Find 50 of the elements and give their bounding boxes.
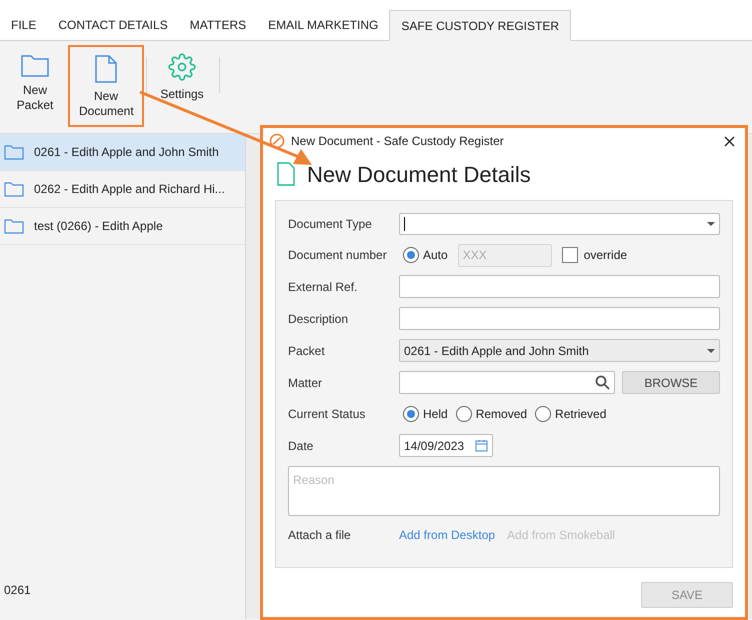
field-label: Current Status	[288, 406, 366, 423]
ribbon-button[interactable]: New Packet	[4, 45, 66, 117]
ribbon-tab[interactable]: SAFE CUSTODY REGISTER	[389, 10, 571, 41]
folder-icon	[4, 218, 24, 234]
logo-icon	[269, 133, 285, 149]
document-icon	[95, 55, 117, 83]
dialog-heading: New Document Details	[307, 160, 531, 188]
override-checkbox[interactable]	[562, 247, 578, 263]
field-label: External Ref.	[288, 278, 358, 296]
folder-icon	[4, 144, 24, 160]
radio-button[interactable]	[535, 406, 552, 422]
field-label: Date	[288, 438, 314, 454]
radio-label: Retrieved	[555, 406, 606, 423]
ribbon-button[interactable]: Settings	[151, 45, 213, 106]
search-icon	[595, 375, 610, 390]
packet-item[interactable]: 0261 - Edith Apple and John Smith	[0, 134, 245, 171]
field-label: Matter	[288, 374, 324, 392]
gear-icon	[168, 53, 196, 81]
radio-button[interactable]	[403, 406, 419, 422]
calendar-icon	[475, 439, 488, 452]
packet-dropdown[interactable]: 0261 - Edith Apple and John Smith	[399, 339, 720, 362]
dropdown-caret-icon	[707, 222, 715, 226]
radio-label: Held	[423, 406, 448, 423]
document-icon	[277, 162, 295, 186]
date-field[interactable]: 14/09/2023	[399, 434, 493, 457]
field-label: Document number	[288, 247, 388, 264]
field-label: Description	[288, 310, 350, 328]
packet-label: test (0266) - Edith Apple	[34, 218, 163, 235]
checkbox-label: override	[584, 247, 628, 264]
folder-icon	[21, 53, 49, 77]
packet-label: 0261 - Edith Apple and John Smith	[34, 144, 219, 161]
reason-field[interactable]: Reason	[288, 466, 720, 516]
radio-label: Auto	[423, 247, 448, 264]
radio-button[interactable]	[456, 406, 472, 422]
ribbon-button[interactable]: New Document	[68, 45, 144, 127]
matter-search-field[interactable]	[399, 371, 615, 394]
packet-label: 0262 - Edith Apple and Richard Hi...	[34, 181, 225, 198]
browse-button[interactable]: BROWSE	[622, 371, 720, 394]
packet-number: 0261	[3, 582, 32, 599]
radio-label: Removed	[476, 406, 528, 423]
window-title: New Document - Safe Custody Register	[291, 133, 505, 150]
field-label: Attach a file	[288, 527, 352, 544]
close-icon	[724, 136, 735, 146]
radio-button[interactable]	[403, 247, 419, 263]
field-label: Document Type	[288, 216, 373, 233]
text-field[interactable]	[399, 307, 720, 330]
text-field[interactable]	[399, 275, 720, 298]
folder-icon	[4, 182, 24, 196]
field-label: Packet	[288, 342, 326, 360]
dropdown-caret-icon	[707, 348, 715, 352]
